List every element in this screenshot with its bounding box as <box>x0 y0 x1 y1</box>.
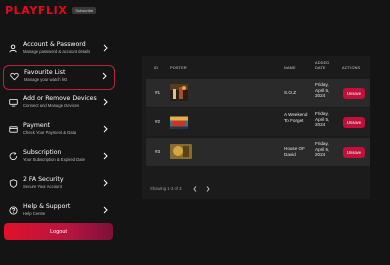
unsave-button[interactable]: Unsave <box>343 88 365 99</box>
column-header-name: NAME <box>284 66 296 70</box>
sidebar-item-title: 2 FA Security <box>23 176 64 183</box>
table-row: #3 House OF David Friday, April 5, 2024 … <box>146 138 370 166</box>
chevron-right-icon <box>103 179 108 187</box>
column-header-added-date: ADDED DATE <box>315 61 330 70</box>
chevron-right-icon <box>206 185 210 192</box>
row-id: #2 <box>155 119 161 124</box>
column-header-poster: POSTER <box>170 66 187 70</box>
sidebar-item-title: Subscription <box>23 149 62 156</box>
added-date: Friday, April 5, 2024 <box>315 141 330 157</box>
devices-icon <box>9 98 18 107</box>
sidebar-item-favourite-list[interactable]: Favourite List Manage your watch list <box>3 65 115 90</box>
chevron-right-icon <box>103 206 108 214</box>
sidebar-item-subscription[interactable]: Subscription Your Subscription & Expired… <box>3 146 115 171</box>
credit-card-icon <box>9 125 18 134</box>
table-row: #2 A Weekend To Forget Friday, April 5, … <box>146 108 370 136</box>
chevron-right-icon <box>103 125 108 133</box>
sidebar-item-subtitle: Help Centre <box>23 210 46 216</box>
chevron-right-icon <box>103 44 108 52</box>
settings-sidebar: Account & Password Manage password & acc… <box>3 38 115 227</box>
sidebar-item-title: Help & Support <box>23 203 71 210</box>
sidebar-item-devices[interactable]: Add or Remove Devices Connect and Manage… <box>3 92 115 117</box>
sidebar-item-subtitle: Connect and Manage Devices <box>23 102 80 108</box>
chevron-right-icon <box>103 152 108 160</box>
chevron-right-icon <box>103 98 108 106</box>
heart-icon <box>10 72 19 81</box>
movie-name: House OF David <box>284 146 305 157</box>
row-id: #3 <box>155 149 161 154</box>
sidebar-item-subtitle: Manage password & account details <box>23 48 91 54</box>
table-row: #1 S.O.Z Friday, April 5, 2024 Unsave <box>146 79 370 107</box>
sidebar-item-title: Payment <box>23 122 51 129</box>
sidebar-item-account-password[interactable]: Account & Password Manage password & acc… <box>3 38 115 63</box>
unsave-button[interactable]: Unsave <box>343 147 365 158</box>
next-page-button[interactable] <box>203 184 212 193</box>
movie-poster[interactable] <box>170 115 188 129</box>
logout-button[interactable]: Logout <box>4 223 113 240</box>
sidebar-item-title: Add or Remove Devices <box>23 95 97 102</box>
chevron-right-icon <box>102 72 107 80</box>
sidebar-item-title: Favourite List <box>24 69 66 76</box>
app-logo[interactable]: PLAYFLIX <box>5 4 67 17</box>
row-id: #1 <box>155 90 161 95</box>
help-icon <box>9 206 18 215</box>
top-bar: PLAYFLIX Subscribe <box>0 0 390 20</box>
shield-icon <box>9 179 18 188</box>
chevron-left-icon <box>193 185 197 192</box>
pagination-status: Showing 1-3 of 3 <box>150 186 182 191</box>
movie-name: S.O.Z <box>284 90 296 95</box>
subscribe-badge[interactable]: Subscribe <box>72 6 97 14</box>
column-header-actions: ACTIONS <box>342 66 361 70</box>
movie-poster[interactable] <box>170 84 188 101</box>
sidebar-item-subtitle: Manage your watch list <box>24 76 67 82</box>
unsave-button[interactable]: Unsave <box>343 117 365 128</box>
sidebar-item-title: Account & Password <box>23 41 86 48</box>
movie-name: A Weekend To Forget <box>284 112 308 123</box>
user-settings-icon <box>9 44 18 53</box>
sidebar-item-2fa-security[interactable]: 2 FA Security Secure Your Account <box>3 173 115 198</box>
pagination: Showing 1-3 of 3 <box>150 184 216 193</box>
added-date: Friday, April 5, 2024 <box>315 111 330 127</box>
sidebar-item-subtitle: Secure Your Account <box>23 183 62 189</box>
sidebar-item-subtitle: Check Your Payment & Data <box>23 129 77 135</box>
previous-page-button[interactable] <box>190 184 199 193</box>
sidebar-item-subtitle: Your Subscription & Expired Date <box>23 156 85 162</box>
movie-poster[interactable] <box>170 144 192 159</box>
subscription-icon <box>9 152 18 161</box>
added-date: Friday, April 5, 2024 <box>315 82 330 98</box>
favourites-table: ID POSTER NAME ADDED DATE ACTIONS #1 S.O… <box>142 56 370 199</box>
column-header-id: ID <box>154 66 159 70</box>
sidebar-item-payment[interactable]: Payment Check Your Payment & Data <box>3 119 115 144</box>
sidebar-item-help-support[interactable]: Help & Support Help Centre <box>3 200 115 225</box>
